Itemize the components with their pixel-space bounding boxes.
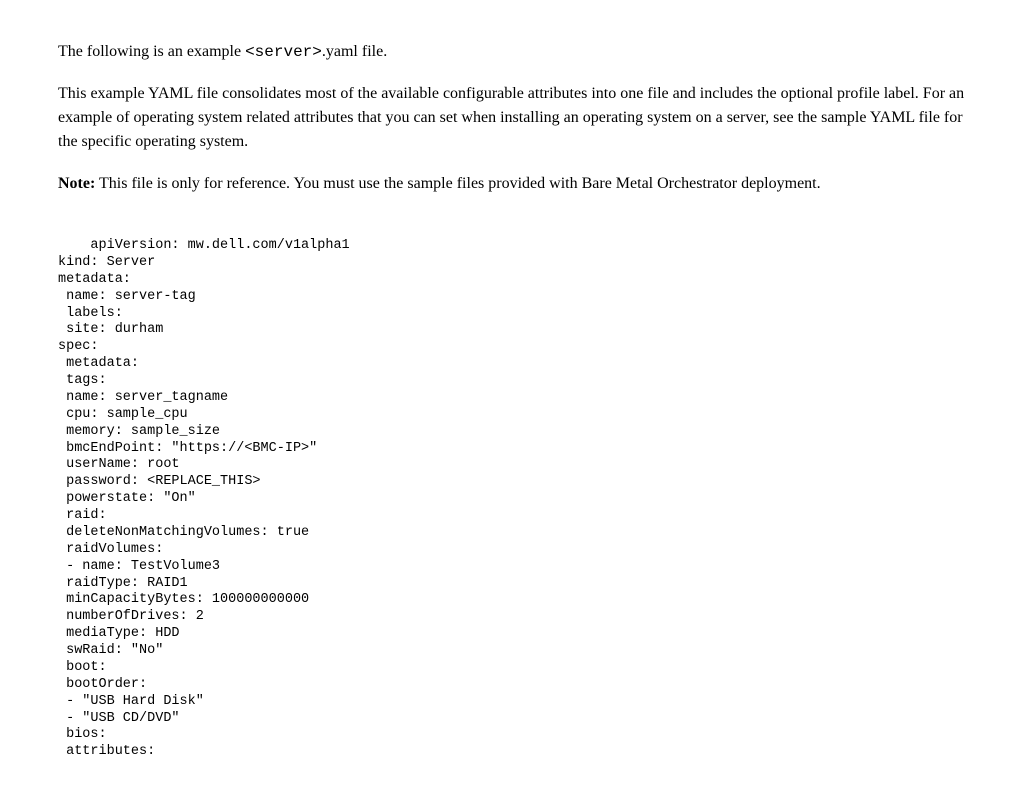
note-paragraph: Note: This file is only for reference. Y… bbox=[58, 172, 966, 196]
note-label: Note: bbox=[58, 175, 95, 192]
description-paragraph: This example YAML file consolidates most… bbox=[58, 82, 966, 154]
intro-prefix: The following is an example bbox=[58, 43, 245, 60]
note-text: This file is only for reference. You mus… bbox=[95, 175, 820, 192]
intro-paragraph: The following is an example <server>.yam… bbox=[58, 40, 966, 64]
yaml-code-block: apiVersion: mw.dell.com/v1alpha1 kind: S… bbox=[58, 220, 966, 761]
intro-code: <server> bbox=[245, 43, 322, 61]
intro-suffix: .yaml file. bbox=[322, 43, 387, 60]
